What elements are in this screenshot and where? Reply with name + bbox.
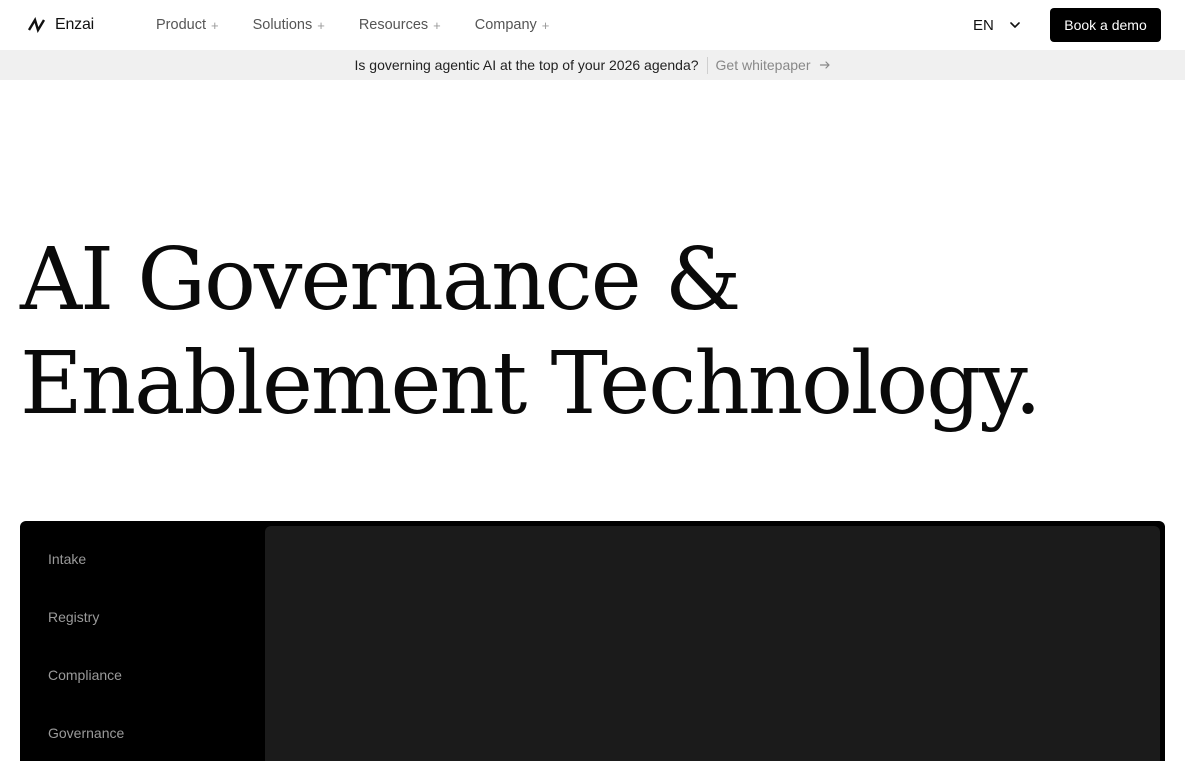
top-navigation: Enzai Product + Solutions + Resources + … <box>0 0 1185 50</box>
plus-icon: + <box>210 17 219 33</box>
menu-item-product[interactable]: Product + <box>156 17 219 33</box>
product-tabs: Intake Registry Compliance Governance <box>48 551 248 761</box>
menu-item-label: Solutions <box>252 17 313 33</box>
menu-item-label: Company <box>474 17 537 33</box>
chevron-down-icon <box>1008 18 1022 32</box>
banner-text: Is governing agentic AI at the top of yo… <box>354 57 699 73</box>
brand-logo-link[interactable]: Enzai <box>27 15 94 35</box>
hero-heading: AI Governance & Enablement Technology. <box>20 228 1120 436</box>
banner-divider <box>706 56 708 74</box>
language-code: EN <box>973 16 994 34</box>
brand-name: Enzai <box>55 16 95 33</box>
menu-item-resources[interactable]: Resources + <box>359 17 441 33</box>
book-demo-button[interactable]: Book a demo <box>1050 8 1161 42</box>
announcement-banner: Is governing agentic AI at the top of yo… <box>0 50 1185 80</box>
menu-item-company[interactable]: Company + <box>475 17 550 33</box>
banner-link-label: Get whitepaper <box>715 57 811 73</box>
plus-icon: + <box>317 17 325 33</box>
plus-icon: + <box>541 17 550 33</box>
tab-registry[interactable]: Registry <box>48 609 248 667</box>
main-menu: Product + Solutions + Resources + Compan… <box>156 0 583 50</box>
tab-governance[interactable]: Governance <box>48 725 248 761</box>
tab-compliance[interactable]: Compliance <box>48 667 248 725</box>
product-showcase-panel: Intake Registry Compliance Governance <box>20 521 1165 761</box>
enzai-logo-icon <box>27 15 47 35</box>
hero-heading-line-1: AI Governance & <box>20 230 741 330</box>
language-selector[interactable]: EN <box>973 14 1022 36</box>
arrow-right-icon <box>819 59 831 71</box>
tab-intake[interactable]: Intake <box>48 551 248 609</box>
menu-item-label: Resources <box>358 17 429 33</box>
menu-item-solutions[interactable]: Solutions + <box>253 17 325 33</box>
product-preview-area <box>265 526 1160 761</box>
get-whitepaper-link[interactable]: Get whitepaper <box>716 57 831 73</box>
plus-icon: + <box>433 17 441 33</box>
hero-heading-line-2: Enablement Technology. <box>20 334 1042 434</box>
menu-item-label: Product <box>156 17 206 33</box>
